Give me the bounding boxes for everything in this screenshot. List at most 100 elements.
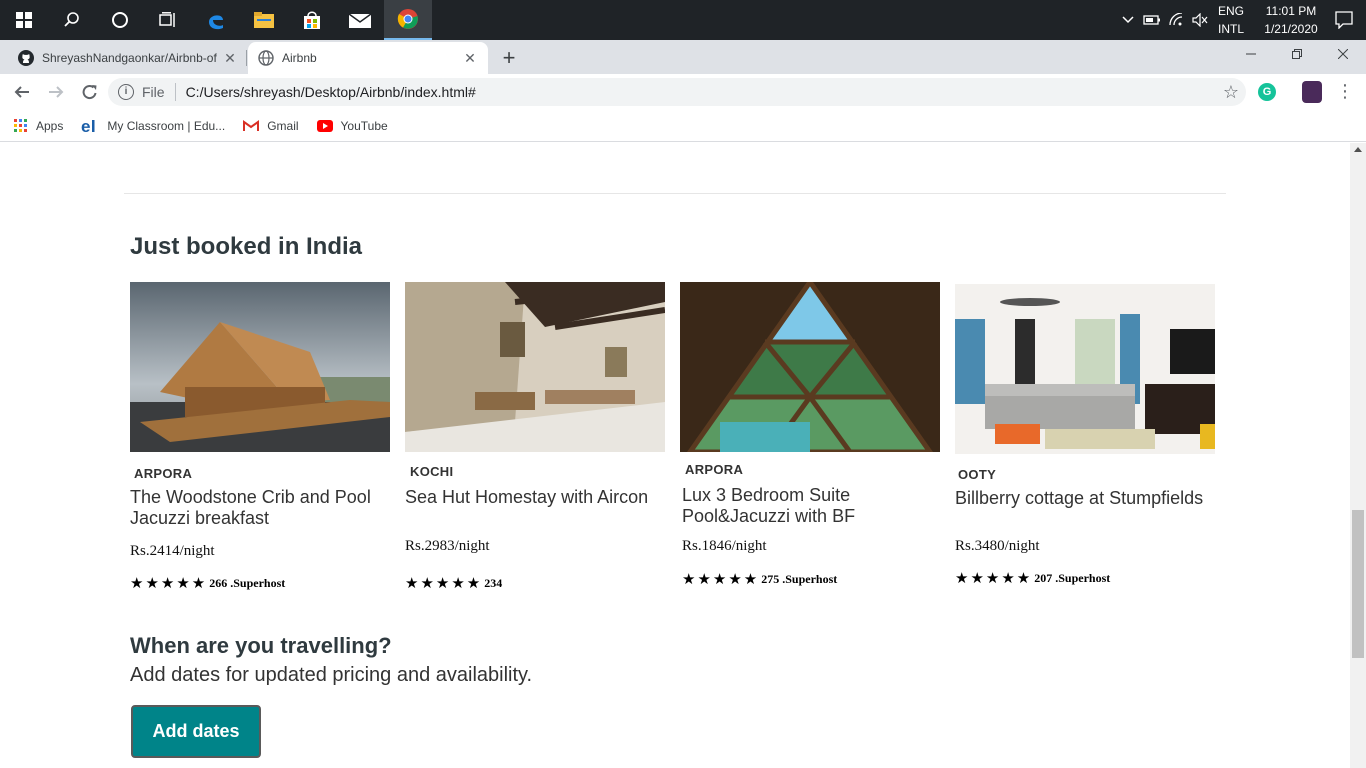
listing-location: KOCHI xyxy=(410,464,454,479)
bookmark-youtube[interactable]: YouTube xyxy=(316,118,388,133)
star-rating-icon: ★★★★★ xyxy=(405,574,483,592)
keyboard-layout: INTL xyxy=(1218,22,1245,36)
globe-icon xyxy=(258,50,274,66)
listing-location: ARPORA xyxy=(134,466,193,481)
listing-name[interactable]: Sea Hut Homestay with Aircon xyxy=(405,487,665,508)
forward-arrow-icon[interactable] xyxy=(40,76,72,108)
listing-card[interactable]: OOTY Billberry cottage at Stumpfields Rs… xyxy=(955,284,1215,587)
apps-grid-icon xyxy=(14,118,28,133)
search-icon[interactable] xyxy=(48,0,96,40)
file-explorer-icon[interactable] xyxy=(240,0,288,40)
listing-card[interactable]: ARPORA Lux 3 Bedroom Suite Pool&Jacuzzi … xyxy=(680,282,940,588)
info-icon[interactable]: i xyxy=(118,84,134,100)
new-tab-button[interactable]: + xyxy=(496,46,522,72)
profile-avatar[interactable] xyxy=(1302,81,1322,103)
clock[interactable]: 11:01 PM 1/21/2020 xyxy=(1260,2,1322,38)
listing-photo[interactable] xyxy=(130,282,390,452)
tab-title: Airbnb xyxy=(282,51,317,65)
address-bar[interactable]: i File C:/Users/shreyash/Desktop/Airbnb/… xyxy=(108,78,1246,106)
vertical-scrollbar[interactable] xyxy=(1350,143,1366,768)
bookmark-apps[interactable]: Apps xyxy=(14,118,64,133)
listing-price: Rs.1846/night xyxy=(682,538,767,554)
system-tray: ENG INTL 11:01 PM 1/21/2020 xyxy=(1116,0,1366,40)
bookmark-star-icon[interactable]: ☆ xyxy=(1216,82,1246,103)
bookmark-my-classroom[interactable]: e My Classroom | Edu... xyxy=(81,118,225,134)
mail-icon[interactable] xyxy=(336,0,384,40)
star-rating-icon: ★★★★★ xyxy=(955,569,1033,587)
scroll-thumb[interactable] xyxy=(1352,510,1364,658)
kebab-menu-icon[interactable]: ⋮ xyxy=(1336,80,1354,102)
listing-rating: ★★★★★ 207 .Superhost xyxy=(955,569,1110,587)
listing-price: Rs.2414/night xyxy=(130,543,215,559)
listing-rating: ★★★★★ 266 .Superhost xyxy=(130,574,285,592)
listing-price: Rs.2983/night xyxy=(405,538,490,554)
travel-heading: When are you travelling? xyxy=(130,633,392,658)
address-divider xyxy=(174,83,176,101)
listing-card[interactable]: ARPORA The Woodstone Crib and Pool Jacuz… xyxy=(130,282,390,592)
rating-text: 266 .Superhost xyxy=(209,575,286,590)
star-rating-icon: ★★★★★ xyxy=(130,574,208,592)
section-divider xyxy=(124,193,1226,194)
listing-location: ARPORA xyxy=(685,462,744,477)
close-icon[interactable]: ✕ xyxy=(462,50,478,67)
section-title: Just booked in India xyxy=(130,233,363,260)
listing-name[interactable]: Lux 3 Bedroom Suite Pool&Jacuzzi with BF xyxy=(682,485,942,527)
language-code: ENG xyxy=(1218,4,1245,18)
language-indicator[interactable]: ENG INTL xyxy=(1218,2,1252,38)
battery-icon[interactable] xyxy=(1140,0,1164,40)
scheme-label: File xyxy=(142,84,165,100)
tab-github[interactable]: ShreyashNandgaonkar/Airbnb-of ✕ xyxy=(8,42,248,74)
windows-taskbar: ENG INTL 11:01 PM 1/21/2020 xyxy=(0,0,1366,40)
chevron-up-icon[interactable] xyxy=(1116,0,1140,40)
listing-name[interactable]: Billberry cottage at Stumpfields xyxy=(955,488,1215,509)
rating-text: 275 .Superhost xyxy=(761,571,838,586)
bookmark-label: My Classroom | Edu... xyxy=(107,118,226,133)
listing-price: Rs.3480/night xyxy=(955,538,1040,554)
bookmark-gmail[interactable]: Gmail xyxy=(243,118,299,133)
windows-start-icon[interactable] xyxy=(0,0,48,40)
bookmarks-bar: Apps e My Classroom | Edu... Gmail YouTu… xyxy=(0,110,1366,142)
volume-muted-icon[interactable] xyxy=(1188,0,1212,40)
listing-rating: ★★★★★ 275 .Superhost xyxy=(682,570,837,588)
travel-subtitle: Add dates for updated pricing and availa… xyxy=(130,664,533,686)
bookmark-label: Gmail xyxy=(267,118,299,133)
minimize-icon[interactable] xyxy=(1228,40,1274,68)
rating-text: 207 .Superhost xyxy=(1034,570,1111,585)
rating-text: 234 xyxy=(484,575,503,590)
listing-photo[interactable] xyxy=(955,284,1215,454)
svg-text:e: e xyxy=(81,118,90,134)
chrome-icon[interactable] xyxy=(384,0,432,40)
reload-icon[interactable] xyxy=(74,76,106,108)
bookmark-label: YouTube xyxy=(340,118,388,133)
bookmark-label: Apps xyxy=(36,118,64,133)
grammarly-extension-icon[interactable]: G xyxy=(1258,83,1276,101)
add-dates-button[interactable]: Add dates xyxy=(131,705,261,758)
listing-photo[interactable] xyxy=(680,282,940,452)
listing-photo[interactable] xyxy=(405,282,665,452)
scroll-up-arrow-icon[interactable] xyxy=(1354,147,1362,152)
youtube-icon xyxy=(316,119,333,132)
edureka-icon: e xyxy=(81,118,99,134)
store-icon[interactable] xyxy=(288,0,336,40)
back-arrow-icon[interactable] xyxy=(6,76,38,108)
tab-strip: ShreyashNandgaonkar/Airbnb-of ✕ Airbnb ✕… xyxy=(0,40,1366,74)
clock-date: 1/21/2020 xyxy=(1264,22,1318,36)
edge-browser-icon[interactable] xyxy=(192,0,240,40)
url-text[interactable]: C:/Users/shreyash/Desktop/Airbnb/index.h… xyxy=(186,84,1216,100)
star-rating-icon: ★★★★★ xyxy=(682,570,760,588)
github-icon xyxy=(18,50,34,66)
task-view-icon[interactable] xyxy=(144,0,192,40)
listing-card[interactable]: KOCHI Sea Hut Homestay with Aircon Rs.29… xyxy=(405,282,665,592)
listing-location: OOTY xyxy=(958,467,997,482)
close-icon[interactable]: ✕ xyxy=(222,50,238,67)
clock-time: 11:01 PM xyxy=(1265,4,1317,18)
listing-rating: ★★★★★ 234 xyxy=(405,574,502,592)
tab-airbnb[interactable]: Airbnb ✕ xyxy=(248,42,488,74)
tab-separator xyxy=(246,50,247,66)
wifi-icon[interactable] xyxy=(1164,0,1188,40)
restore-icon[interactable] xyxy=(1274,40,1320,68)
notification-icon[interactable] xyxy=(1322,0,1366,40)
listing-name[interactable]: The Woodstone Crib and Pool Jacuzzi brea… xyxy=(130,487,390,529)
cortana-icon[interactable] xyxy=(96,0,144,40)
window-close-icon[interactable] xyxy=(1320,40,1366,68)
